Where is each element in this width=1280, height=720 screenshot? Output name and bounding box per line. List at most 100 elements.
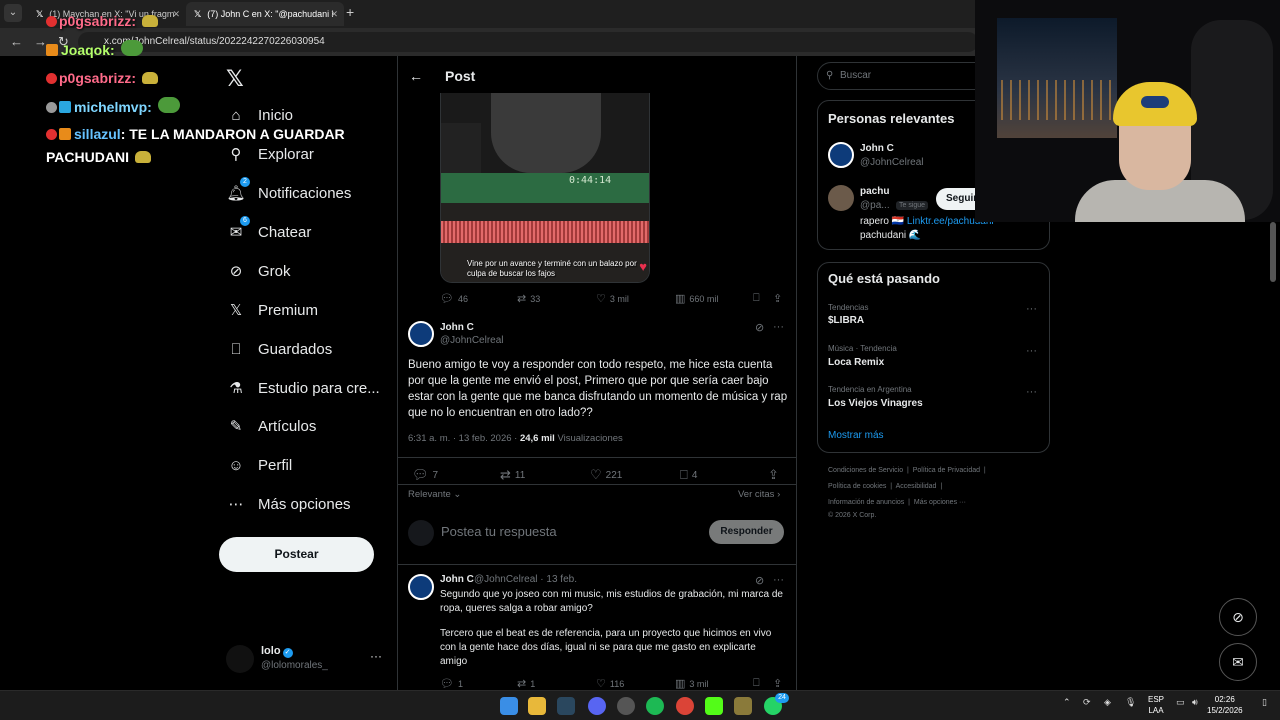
x-logo-icon[interactable]: 𝕏 [226, 66, 244, 92]
chrome-icon[interactable] [676, 697, 694, 715]
more-icon[interactable]: ··· [1026, 386, 1037, 398]
quoted-like-action[interactable]: ♡ 3 mil [596, 292, 629, 305]
tweet-author-name[interactable]: John C [440, 322, 474, 333]
reply-like-action[interactable]: ♡ 116 [596, 677, 624, 690]
reply-author-name[interactable]: John C [440, 574, 474, 585]
scrollbar[interactable] [1270, 222, 1276, 282]
tray-chevron-icon[interactable]: ⌃ [1063, 697, 1071, 708]
avatar[interactable] [408, 574, 434, 600]
back-arrow-icon[interactable]: ← [409, 68, 423, 84]
more-icon[interactable]: ··· [773, 321, 784, 333]
app-icon[interactable] [734, 697, 752, 715]
more-icon[interactable]: ··· [1026, 303, 1037, 315]
nav-profile[interactable]: ☺ Perfil [226, 450, 292, 480]
like-action[interactable]: ♡ 221 [590, 467, 622, 483]
footer-link[interactable]: Información de anuncios [828, 499, 904, 506]
view-quotes-link[interactable]: Ver citas › [738, 489, 780, 500]
spotify-icon[interactable] [646, 697, 664, 715]
nav-premium[interactable]: 𝕏 Premium [226, 295, 318, 325]
nav-explore[interactable]: ⚲ Explorar [226, 139, 314, 169]
lang-text: LAA [1148, 706, 1164, 715]
heart-outline-icon: ♡ [596, 293, 606, 305]
new-tab-icon[interactable]: + [346, 4, 354, 20]
clock[interactable]: 02:26 15/2/2026 [1207, 694, 1243, 716]
nav-articles[interactable]: ✎ Artículos [226, 411, 317, 441]
file-explorer-icon[interactable] [528, 697, 546, 715]
avatar[interactable] [408, 321, 434, 347]
volume-icon[interactable]: 🔊︎ [1192, 697, 1198, 708]
reply-button[interactable]: Responder [709, 520, 784, 544]
nav-bookmarks[interactable]: ⎕ Guardados [226, 334, 332, 364]
show-more-link[interactable]: Mostrar más [828, 430, 884, 441]
post-button[interactable]: Postear [219, 537, 374, 572]
tab-search-icon[interactable]: ⌄ [4, 4, 22, 22]
steam-icon[interactable] [557, 697, 575, 715]
start-icon[interactable] [500, 697, 518, 715]
tweet-author-handle[interactable]: @JohnCelreal [440, 335, 504, 346]
more-icon[interactable]: ··· [773, 574, 784, 586]
reply-bookmark-action[interactable]: ⎕ [753, 677, 764, 690]
reply-reply-action[interactable]: 💬︎ 1 [440, 677, 463, 690]
footer-link[interactable]: Más opciones ··· [914, 499, 966, 506]
network-icon[interactable]: ▭ [1176, 697, 1185, 708]
discord-icon[interactable] [588, 697, 606, 715]
more-icon[interactable]: ··· [1026, 345, 1037, 357]
language-indicator[interactable]: ESP LAA [1148, 694, 1164, 716]
sort-dropdown[interactable]: Relevante ⌄ [408, 489, 461, 500]
avatar[interactable] [828, 185, 854, 211]
reply-views-action[interactable]: ▥ 3 mil [675, 677, 708, 690]
nav-label: Inicio [258, 106, 294, 124]
close-icon[interactable]: ✕ [330, 2, 338, 26]
reply-input[interactable]: Postea tu respuesta [441, 524, 557, 539]
nav-label: Notificaciones [258, 184, 352, 202]
quoted-bookmark-action[interactable]: ⎕ [753, 292, 764, 305]
quoted-video[interactable]: 0:44:14 Vine por un avance y terminé con… [440, 93, 650, 283]
browser-tab-2[interactable]: 𝕏 (7) John C en X: "@pachudani l ✕ [186, 2, 344, 26]
url-input[interactable]: x.com/JohnCelreal/status/202224227022603… [78, 32, 978, 52]
microphone-icon[interactable]: 🎙︎ [1125, 697, 1136, 708]
views-count: 3 mil [689, 678, 709, 689]
quoted-views-action[interactable]: ▥ 660 mil [675, 292, 718, 305]
obs-icon[interactable] [617, 697, 635, 715]
quoted-repost-action[interactable]: ⇄ 33 [517, 292, 540, 305]
notifications-icon[interactable]: ▯ [1262, 697, 1267, 708]
nav-creator-studio[interactable]: ⚗ Estudio para cre... [226, 373, 379, 403]
grok-icon[interactable]: ⊘ [755, 321, 764, 334]
person-name[interactable]: pachu [860, 186, 889, 197]
footer-link[interactable]: Política de Privacidad [913, 467, 980, 474]
footer-link[interactable]: Condiciones de Servicio [828, 467, 903, 474]
nav-more[interactable]: ⋯ Más opciones [226, 489, 351, 519]
trend-name[interactable]: Los Viejos Vinagres [828, 398, 923, 409]
account-switcher[interactable]: lolo ✓ @lolomorales_ ··· [226, 643, 386, 673]
person-name[interactable]: John C [860, 143, 894, 154]
page-title: Post [445, 68, 476, 84]
share-action[interactable]: ⇪ [768, 467, 783, 483]
grok-icon[interactable]: ⊘ [755, 574, 764, 587]
bookmark-action[interactable]: ⎕ 4 [680, 467, 697, 483]
back-icon[interactable]: ← [10, 34, 23, 49]
reply-action[interactable]: 💬︎ 7 [412, 467, 438, 483]
close-icon[interactable]: ✕ [172, 2, 180, 26]
reply-share-action[interactable]: ⇪ [773, 677, 786, 690]
nav-grok[interactable]: ⊘ Grok [226, 256, 291, 286]
quoted-reply-action[interactable]: 💬︎ 46 [440, 292, 468, 305]
kick-icon[interactable] [705, 697, 723, 715]
footer-link[interactable]: Política de cookies [828, 483, 886, 490]
nav-chat[interactable]: ✉ 6 Chatear [226, 216, 311, 247]
person-bio: rapero 🇵🇾 Linktr.ee/pachudani pachudani 🌊 [860, 215, 994, 243]
repost-action[interactable]: ⇄ 11 [500, 467, 525, 483]
grok-fab-icon[interactable]: ⊘ [1219, 598, 1257, 636]
tray-sync-icon[interactable]: ⟳ [1083, 697, 1091, 708]
trend-name[interactable]: Loca Remix [828, 357, 884, 368]
badge-icon [46, 16, 57, 27]
nav-notifications[interactable]: 🔔︎ 2 Notificaciones [226, 177, 352, 208]
quoted-share-action[interactable]: ⇪ [773, 292, 786, 305]
tray-app-icon[interactable]: ◈ [1104, 697, 1111, 708]
reply-author-handle[interactable]: @JohnCelreal · 13 feb. [474, 574, 577, 585]
messages-fab-icon[interactable]: ✉ [1219, 643, 1257, 681]
avatar[interactable] [828, 142, 854, 168]
trend-name[interactable]: $LIBRA [828, 315, 864, 326]
reply-repost-action[interactable]: ⇄ 1 [517, 677, 535, 690]
footer-link[interactable]: Accesibilidad [896, 483, 937, 490]
more-icon[interactable]: ··· [370, 649, 382, 663]
